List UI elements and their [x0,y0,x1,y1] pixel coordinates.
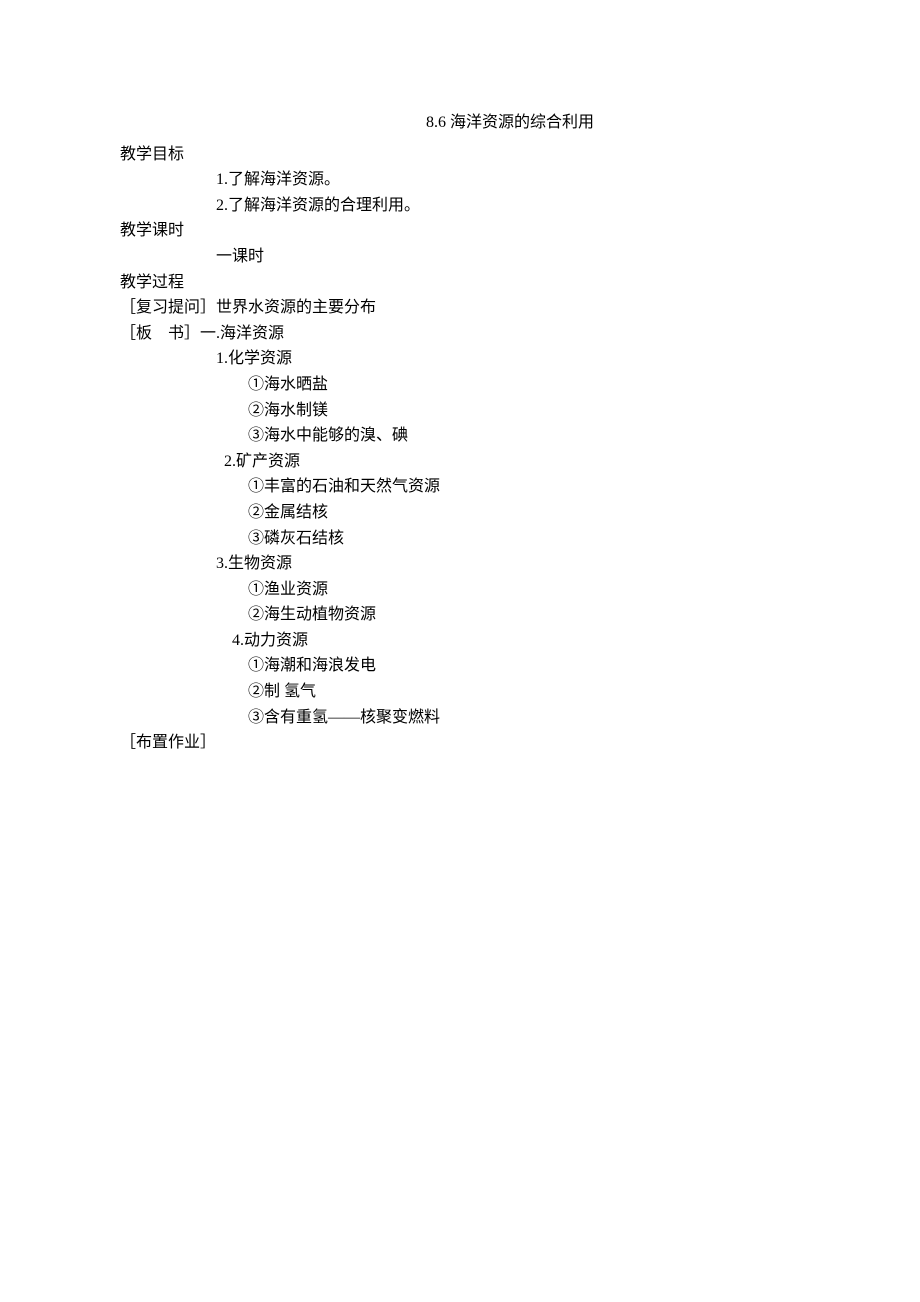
board-heading: 一.海洋资源 [200,325,284,342]
resource-heading: 3.生物资源 [120,551,800,577]
resource-item: ③磷灰石结核 [120,526,800,552]
hours-heading: 教学课时 [120,218,800,244]
resource-heading: 2.矿产资源 [120,449,800,475]
resource-heading: 4.动力资源 [120,628,800,654]
review-text: 世界水资源的主要分布 [216,299,376,316]
resource-heading: 1.化学资源 [120,346,800,372]
resource-item: ②海生动植物资源 [120,602,800,628]
resource-item: ①渔业资源 [120,577,800,603]
hours-text: 一课时 [120,244,800,270]
resource-item: ③海水中能够的溴、碘 [120,423,800,449]
resource-item: ②金属结核 [120,500,800,526]
objectives-heading: 教学目标 [120,142,800,168]
resource-item: ③含有重氢——核聚变燃料 [120,705,800,731]
resource-item: ①丰富的石油和天然气资源 [120,474,800,500]
objective-item: 2.了解海洋资源的合理利用。 [120,193,800,219]
objective-item: 1.了解海洋资源。 [120,167,800,193]
document-title: 8.6 海洋资源的综合利用 [120,110,800,136]
resource-item: ②海水制镁 [120,398,800,424]
board-line: ［板 书］一.海洋资源 [120,321,800,347]
resource-item: ①海潮和海浪发电 [120,653,800,679]
resource-item: ②制 氢气 [120,679,800,705]
resource-item: ①海水晒盐 [120,372,800,398]
board-label: ［板 书］ [120,325,200,342]
review-label: ［复习提问］ [120,299,216,316]
process-heading: 教学过程 [120,270,800,296]
review-line: ［复习提问］世界水资源的主要分布 [120,295,800,321]
homework-heading: ［布置作业］ [120,730,800,756]
